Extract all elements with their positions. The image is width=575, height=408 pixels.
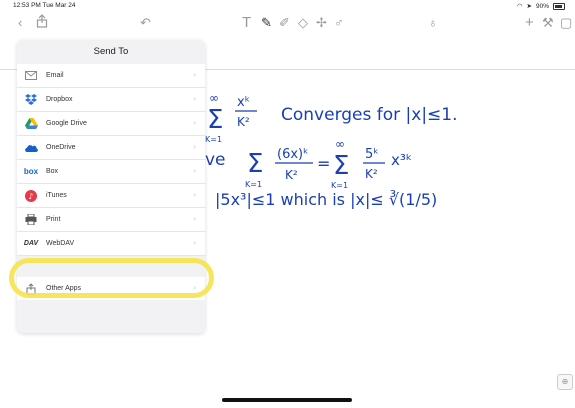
send-to-onedrive[interactable]: OneDrive › xyxy=(17,136,205,160)
sum-top-2: ∞ xyxy=(335,137,345,151)
list-item-label: WebDAV xyxy=(46,240,75,247)
send-to-webdav[interactable]: DAV WebDAV › xyxy=(17,232,205,256)
home-indicator[interactable] xyxy=(222,398,352,402)
chevron-right-icon: › xyxy=(193,142,196,151)
webdav-icon: DAV xyxy=(23,240,39,247)
microphone-icon[interactable]: ♁ xyxy=(428,15,438,31)
google-drive-icon xyxy=(24,117,38,131)
list-item-label: OneDrive xyxy=(46,144,76,151)
battery-percent: 90% xyxy=(535,2,549,10)
send-to-list: Email › Dropbox › Google Drive › OneDriv… xyxy=(17,64,205,256)
pen-tool-icon[interactable]: ✎ xyxy=(261,15,272,31)
panel-title: Send To xyxy=(93,46,129,57)
list-item-label: Box xyxy=(46,168,59,175)
zoom-icon[interactable]: ⊕ xyxy=(557,374,573,390)
sum-bottom-2: K=1 xyxy=(245,180,262,189)
sum-bottom-1: K=1 xyxy=(205,135,222,144)
chevron-right-icon: › xyxy=(193,118,196,127)
itunes-icon: ♪ xyxy=(24,189,38,203)
list-item-label: Google Drive xyxy=(46,120,87,127)
sigma-3: Σ xyxy=(333,151,349,181)
note-canvas[interactable]: ∞ Σ K=1 xᵏ K² Converges for |x|≤1. ve Σ … xyxy=(205,70,575,408)
battery-icon xyxy=(553,2,565,10)
list-item-label: Print xyxy=(46,216,61,223)
chevron-right-icon: › xyxy=(193,214,196,223)
svg-text:♪: ♪ xyxy=(28,192,33,201)
wifi-icon: ◠ xyxy=(516,3,523,10)
handwriting-line3: |5x³|≤1 which is |x|≤ ∛(1/5) xyxy=(215,190,437,209)
highlight-annotation xyxy=(9,258,214,298)
toolbar: ‹ ↶ T ✎ ✐ ◇ ✢ ♂ ♁ + ⚒ ▢ xyxy=(0,12,575,36)
sum-bottom-3: K=1 xyxy=(331,181,348,190)
lasso-tool-icon[interactable]: ✢ xyxy=(316,15,327,31)
sigma-1: Σ xyxy=(207,105,223,135)
term1-den: K² xyxy=(237,115,250,129)
shape-tool-icon[interactable]: ♂ xyxy=(334,15,344,31)
handwriting-line1: Converges for |x|≤1. xyxy=(281,105,458,125)
chevron-right-icon: › xyxy=(193,94,196,103)
chevron-right-icon: › xyxy=(193,190,196,199)
box-icon: box xyxy=(23,167,39,176)
frac2-num: 5ᵏ xyxy=(365,147,379,162)
frac2-den: K² xyxy=(365,167,378,181)
chevron-right-icon: › xyxy=(193,238,196,247)
location-icon: ➤ xyxy=(526,3,532,10)
term1-num: xᵏ xyxy=(237,95,250,110)
undo-icon[interactable]: ↶ xyxy=(140,15,151,31)
line2-tail: x³ᵏ xyxy=(391,151,412,169)
add-icon[interactable]: + xyxy=(525,15,534,31)
list-item-label: Email xyxy=(46,72,64,79)
share-icon[interactable] xyxy=(36,14,48,28)
status-right: ◠ ➤ 90% xyxy=(517,2,565,10)
send-to-dropbox[interactable]: Dropbox › xyxy=(17,88,205,112)
line2-prefix: ve xyxy=(205,150,226,170)
envelope-icon xyxy=(24,69,38,83)
text-tool-icon[interactable]: T xyxy=(242,15,251,31)
eraser-tool-icon[interactable]: ◇ xyxy=(298,15,308,31)
send-to-itunes[interactable]: ♪ iTunes › xyxy=(17,184,205,208)
equals-sign: = xyxy=(317,154,330,173)
printer-icon xyxy=(24,213,38,227)
frac1-num: (6x)ᵏ xyxy=(277,147,309,162)
sigma-2: Σ xyxy=(247,149,263,179)
back-icon[interactable]: ‹ xyxy=(18,15,22,31)
send-to-email[interactable]: Email › xyxy=(17,64,205,88)
list-item-label: Dropbox xyxy=(46,96,73,103)
wrench-icon[interactable]: ⚒ xyxy=(542,15,554,31)
highlighter-tool-icon[interactable]: ✐ xyxy=(279,15,290,31)
dropbox-icon xyxy=(24,93,38,107)
frac1-den: K² xyxy=(285,168,298,182)
status-bar: 12:53 PM Tue Mar 24 ◠ ➤ 90% xyxy=(0,0,575,12)
chevron-right-icon: › xyxy=(193,70,196,79)
send-to-print[interactable]: Print › xyxy=(17,208,205,232)
status-time: 12:53 PM Tue Mar 24 xyxy=(13,2,76,9)
sum-top-1: ∞ xyxy=(209,91,219,105)
chevron-right-icon: › xyxy=(193,166,196,175)
pages-icon[interactable]: ▢ xyxy=(560,15,572,31)
onedrive-icon xyxy=(24,141,38,155)
send-to-google-drive[interactable]: Google Drive › xyxy=(17,112,205,136)
send-to-box[interactable]: box Box › xyxy=(17,160,205,184)
list-item-label: iTunes xyxy=(46,192,67,199)
